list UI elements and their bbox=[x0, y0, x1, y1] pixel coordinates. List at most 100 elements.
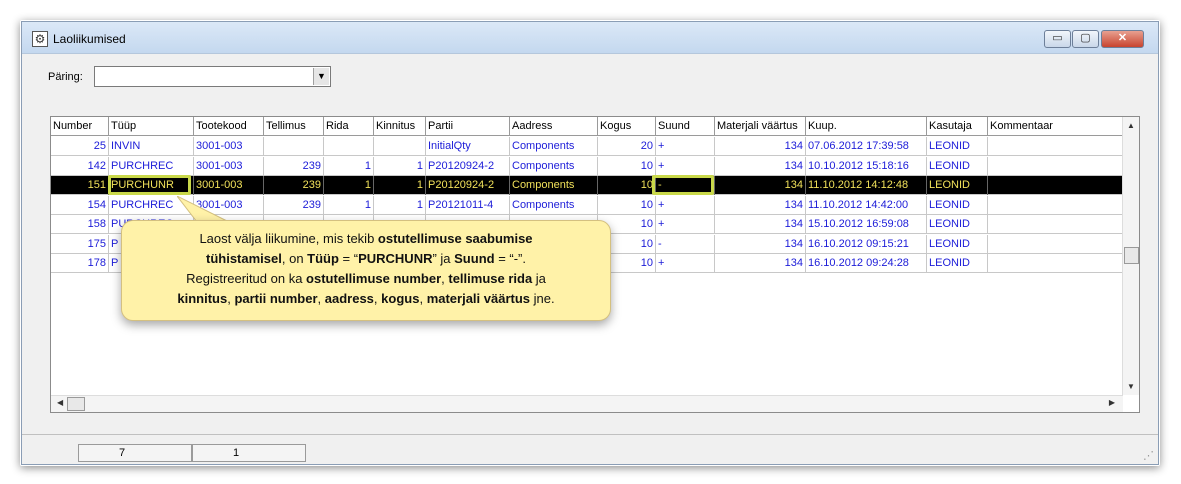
col-line-cell[interactable]: 1 bbox=[324, 176, 374, 195]
col-date-cell[interactable]: 07.06.2012 17:39:58 bbox=[806, 137, 927, 156]
query-select[interactable]: ▼ bbox=[94, 66, 331, 87]
col-direction-cell[interactable]: + bbox=[656, 137, 715, 156]
col-number-cell[interactable]: 175 bbox=[51, 234, 109, 254]
col-user-header[interactable]: Kasutaja bbox=[927, 117, 988, 136]
col-comment-cell[interactable] bbox=[988, 215, 1123, 234]
col-direction-cell[interactable]: - bbox=[656, 234, 715, 254]
col-material-value-header[interactable]: Materjali väärtus bbox=[715, 117, 806, 136]
scroll-right-icon[interactable]: ▶ bbox=[1109, 398, 1115, 407]
col-comment-header[interactable]: Kommentaar bbox=[988, 117, 1123, 136]
col-batch-cell[interactable]: P20120924-2 bbox=[426, 156, 510, 176]
vertical-scroll-thumb[interactable] bbox=[1124, 247, 1139, 264]
close-button[interactable]: ✕ bbox=[1101, 30, 1144, 48]
col-user-cell[interactable]: LEONID bbox=[927, 156, 988, 176]
col-direction-cell[interactable]: + bbox=[656, 215, 715, 234]
col-material-value-cell[interactable]: 134 bbox=[715, 195, 806, 215]
col-user-cell[interactable]: LEONID bbox=[927, 234, 988, 254]
col-material-value-cell[interactable]: 134 bbox=[715, 156, 806, 176]
col-quantity-cell[interactable]: 20 bbox=[598, 137, 656, 156]
col-direction-header[interactable]: Suund bbox=[656, 117, 715, 136]
resize-grip-icon[interactable]: ⋰ bbox=[1143, 449, 1154, 462]
col-date-cell[interactable]: 11.10.2012 14:12:48 bbox=[806, 176, 927, 195]
col-line-cell[interactable] bbox=[324, 137, 374, 156]
col-material-value-cell[interactable]: 134 bbox=[715, 254, 806, 273]
col-material-value-cell[interactable]: 134 bbox=[715, 234, 806, 254]
col-line-cell[interactable]: 1 bbox=[324, 156, 374, 176]
col-line-header[interactable]: Rida bbox=[324, 117, 374, 136]
col-number-cell[interactable]: 25 bbox=[51, 137, 109, 156]
col-quantity-header[interactable]: Kogus bbox=[598, 117, 656, 136]
col-user-cell[interactable]: LEONID bbox=[927, 137, 988, 156]
col-number-header[interactable]: Number bbox=[51, 117, 109, 136]
col-batch-cell[interactable]: P20120924-2 bbox=[426, 176, 510, 195]
col-quantity-cell[interactable]: 10 bbox=[598, 156, 656, 176]
col-material-value-cell[interactable]: 134 bbox=[715, 176, 806, 195]
col-date-header[interactable]: Kuup. bbox=[806, 117, 927, 136]
col-order-cell[interactable]: 239 bbox=[264, 176, 324, 195]
maximize-button[interactable]: ▢ bbox=[1072, 30, 1099, 48]
col-number-cell[interactable]: 158 bbox=[51, 215, 109, 234]
col-comment-cell[interactable] bbox=[988, 137, 1123, 156]
col-direction-cell[interactable]: + bbox=[656, 254, 715, 273]
col-confirmation-cell[interactable]: 1 bbox=[374, 156, 426, 176]
table-row[interactable]: 142 PURCHREC 3001-003 239 1 1 P20120924-2 Compo… bbox=[51, 156, 1123, 176]
col-type-cell[interactable]: PURCHREC bbox=[109, 156, 194, 176]
col-batch-cell[interactable]: P20121011-4 bbox=[426, 195, 510, 215]
col-number-cell[interactable]: 154 bbox=[51, 195, 109, 215]
horizontal-scroll-thumb[interactable] bbox=[67, 397, 85, 411]
col-number-cell[interactable]: 142 bbox=[51, 156, 109, 176]
vertical-scrollbar[interactable]: ▲ ▼ bbox=[1122, 117, 1139, 395]
col-number-cell[interactable]: 151 bbox=[51, 176, 109, 195]
col-line-cell[interactable]: 1 bbox=[324, 195, 374, 215]
col-confirmation-header[interactable]: Kinnitus bbox=[374, 117, 426, 136]
col-date-cell[interactable]: 15.10.2012 16:59:08 bbox=[806, 215, 927, 234]
col-material-value-cell[interactable]: 134 bbox=[715, 137, 806, 156]
col-comment-cell[interactable] bbox=[988, 254, 1123, 273]
col-order-cell[interactable] bbox=[264, 137, 324, 156]
col-product-code-header[interactable]: Tootekood bbox=[194, 117, 264, 136]
col-product-code-cell[interactable]: 3001-003 bbox=[194, 137, 264, 156]
col-direction-cell[interactable]: + bbox=[656, 195, 715, 215]
col-batch-cell[interactable]: InitialQty bbox=[426, 137, 510, 156]
scroll-up-icon[interactable]: ▲ bbox=[1123, 121, 1139, 130]
col-type-cell[interactable]: INVIN bbox=[109, 137, 194, 156]
col-material-value-cell[interactable]: 134 bbox=[715, 215, 806, 234]
col-date-cell[interactable]: 10.10.2012 15:18:16 bbox=[806, 156, 927, 176]
minimize-button[interactable]: ▭ bbox=[1044, 30, 1071, 48]
col-quantity-cell[interactable]: 10 bbox=[598, 176, 656, 195]
col-user-cell[interactable]: LEONID bbox=[927, 215, 988, 234]
col-comment-cell[interactable] bbox=[988, 195, 1123, 215]
col-date-cell[interactable]: 16.10.2012 09:24:28 bbox=[806, 254, 927, 273]
col-order-cell[interactable]: 239 bbox=[264, 195, 324, 215]
col-address-cell[interactable]: Components bbox=[510, 156, 598, 176]
col-type-header[interactable]: Tüüp bbox=[109, 117, 194, 136]
col-confirmation-cell[interactable]: 1 bbox=[374, 195, 426, 215]
chevron-down-icon[interactable]: ▼ bbox=[313, 68, 329, 85]
scroll-left-icon[interactable]: ◀ bbox=[57, 398, 63, 407]
col-comment-cell[interactable] bbox=[988, 176, 1123, 195]
horizontal-scrollbar[interactable]: ◀ ▶ bbox=[51, 395, 1123, 412]
table-row-selected[interactable]: 151 PURCHUNR 3001-003 239 1 1 P20120924-2 Compo… bbox=[51, 176, 1123, 195]
col-batch-header[interactable]: Partii bbox=[426, 117, 510, 136]
col-user-cell[interactable]: LEONID bbox=[927, 176, 988, 195]
scroll-down-icon[interactable]: ▼ bbox=[1123, 382, 1139, 391]
col-date-cell[interactable]: 16.10.2012 09:15:21 bbox=[806, 234, 927, 254]
col-direction-cell[interactable]: + bbox=[656, 156, 715, 176]
col-number-cell[interactable]: 178 bbox=[51, 254, 109, 273]
col-address-cell[interactable]: Components bbox=[510, 195, 598, 215]
col-date-cell[interactable]: 11.10.2012 14:42:00 bbox=[806, 195, 927, 215]
col-quantity-cell[interactable]: 10 bbox=[598, 195, 656, 215]
col-comment-cell[interactable] bbox=[988, 156, 1123, 176]
col-confirmation-cell[interactable]: 1 bbox=[374, 176, 426, 195]
col-confirmation-cell[interactable] bbox=[374, 137, 426, 156]
col-comment-cell[interactable] bbox=[988, 234, 1123, 254]
col-address-header[interactable]: Aadress bbox=[510, 117, 598, 136]
col-address-cell[interactable]: Components bbox=[510, 137, 598, 156]
col-order-header[interactable]: Tellimus bbox=[264, 117, 324, 136]
col-user-cell[interactable]: LEONID bbox=[927, 195, 988, 215]
col-user-cell[interactable]: LEONID bbox=[927, 254, 988, 273]
col-product-code-cell[interactable]: 3001-003 bbox=[194, 156, 264, 176]
table-row[interactable]: 25 INVIN 3001-003 InitialQty Components 20 +13… bbox=[51, 137, 1123, 156]
col-product-code-cell[interactable]: 3001-003 bbox=[194, 176, 264, 195]
col-address-cell[interactable]: Components bbox=[510, 176, 598, 195]
